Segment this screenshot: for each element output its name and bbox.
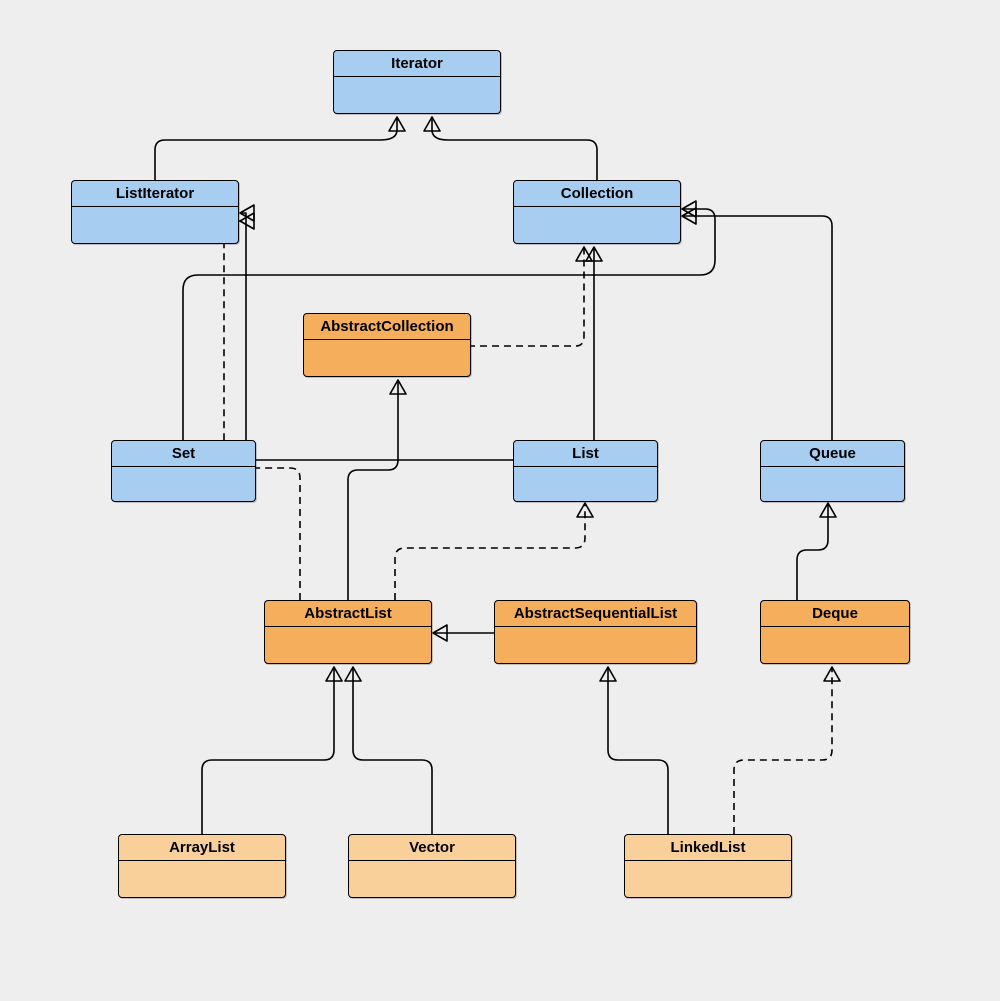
node-abstractcollection: AbstractCollection bbox=[303, 313, 471, 377]
node-iterator: Iterator bbox=[333, 50, 501, 114]
node-label: LinkedList bbox=[625, 835, 791, 861]
node-list: List bbox=[513, 440, 658, 502]
edge-vector-abstractlist bbox=[353, 668, 432, 834]
node-label: AbstractCollection bbox=[304, 314, 470, 340]
edge-listiterator-iterator bbox=[155, 118, 397, 180]
edge-queue-collection bbox=[683, 216, 832, 440]
node-label: Iterator bbox=[334, 51, 500, 77]
node-label: Queue bbox=[761, 441, 904, 467]
node-listiterator: ListIterator bbox=[71, 180, 239, 244]
node-label: ListIterator bbox=[72, 181, 238, 207]
node-label: List bbox=[514, 441, 657, 467]
node-label: Set bbox=[112, 441, 255, 467]
node-deque: Deque bbox=[760, 600, 910, 664]
node-abstractsequentiallist: AbstractSequentialList bbox=[494, 600, 697, 664]
node-set: Set bbox=[111, 440, 256, 502]
node-label: Deque bbox=[761, 601, 909, 627]
node-collection: Collection bbox=[513, 180, 681, 244]
node-label: Vector bbox=[349, 835, 515, 861]
edge-abstractcollection-collection bbox=[468, 248, 584, 346]
diagram-canvas: Collection (dashed, bottom) --> List (da… bbox=[0, 0, 1000, 1001]
node-label: Collection bbox=[514, 181, 680, 207]
edge-abstractlist-list bbox=[395, 504, 585, 600]
node-label: AbstractList bbox=[265, 601, 431, 627]
node-vector: Vector bbox=[348, 834, 516, 898]
edge-abstractlist-abstractcollection bbox=[348, 381, 398, 600]
node-arraylist: ArrayList bbox=[118, 834, 286, 898]
edge-arraylist-abstractlist bbox=[202, 668, 334, 834]
node-label: AbstractSequentialList bbox=[495, 601, 696, 627]
edge-linkedlist-abstractsequentiallist bbox=[608, 668, 668, 834]
edge-collection-iterator bbox=[432, 118, 597, 180]
edge-linkedlist-deque bbox=[734, 668, 832, 834]
node-linkedlist: LinkedList bbox=[624, 834, 792, 898]
node-abstractlist: AbstractList bbox=[264, 600, 432, 664]
node-queue: Queue bbox=[760, 440, 905, 502]
node-label: ArrayList bbox=[119, 835, 285, 861]
edge-deque-queue bbox=[797, 504, 828, 600]
edge-abstractlist-listiterator bbox=[224, 221, 300, 600]
